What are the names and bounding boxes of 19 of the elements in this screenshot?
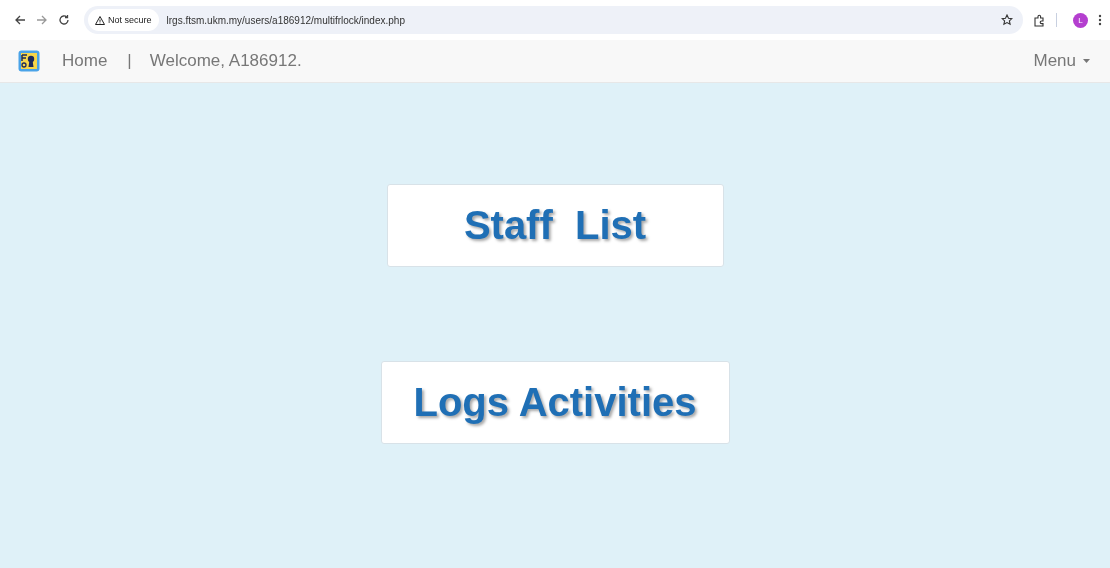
- welcome-text: Welcome, A186912.: [149, 51, 302, 71]
- back-icon[interactable]: [14, 14, 26, 26]
- star-icon[interactable]: [1001, 14, 1013, 26]
- reload-icon[interactable]: [58, 14, 70, 26]
- nav-separator: |: [127, 51, 132, 71]
- home-link[interactable]: Home: [62, 51, 108, 71]
- menu-dropdown[interactable]: Menu: [1033, 51, 1090, 71]
- warning-icon: [95, 15, 105, 25]
- key-logo-icon[interactable]: [18, 50, 40, 72]
- tile-button[interactable]: Logs Activities: [380, 361, 730, 444]
- security-chip[interactable]: Not secure: [88, 9, 159, 31]
- more-icon[interactable]: [1098, 14, 1102, 26]
- puzzle-icon[interactable]: [1033, 13, 1046, 27]
- caret-icon: [1083, 59, 1090, 63]
- address-bar[interactable]: Not secure lrgs.ftsm.ukm.my/users/a186912/multifrlock/index.php: [84, 6, 1023, 34]
- forward-icon[interactable]: [36, 14, 48, 26]
- url-text: lrgs.ftsm.ukm.my/users/a186912/multifrlock/index.php: [166, 14, 406, 26]
- profile-avatar[interactable]: L: [1073, 12, 1088, 28]
- tile-button[interactable]: Staff List: [386, 184, 724, 267]
